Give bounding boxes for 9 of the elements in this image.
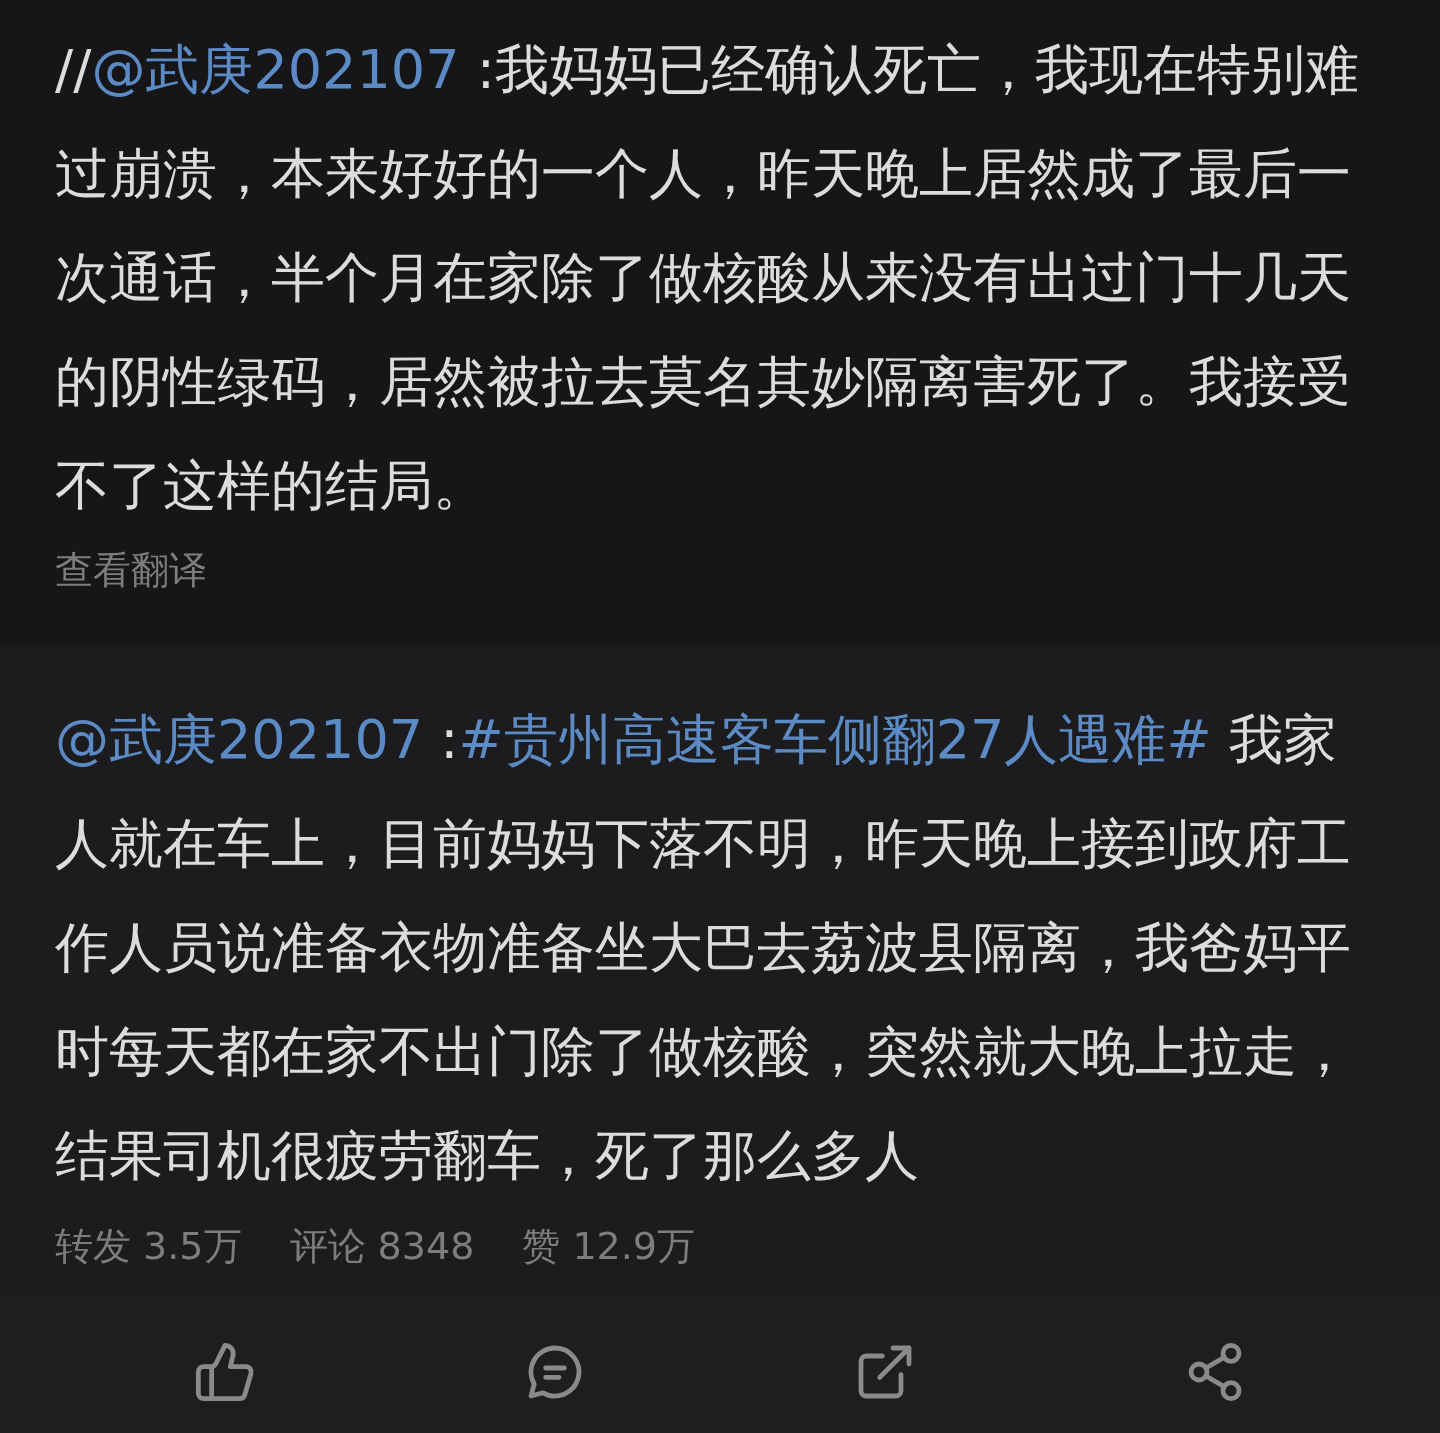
post-text: @武庚202107 :#贵州高速客车侧翻27人遇难# 我家人就在车上，目前妈妈下落不明，昨天晚上接到政府工作人员说准备衣物准备坐大巴去荔波县隔离，我爸妈平时每天都在家不出门除了做核酸，突然就大晚上拉走，结果司机很疲劳翻车，死了那么多人 bbox=[55, 707, 1352, 1189]
translate-link[interactable]: 查看翻译 bbox=[55, 542, 1380, 599]
stat-count: 转发 3.5万 bbox=[55, 1223, 242, 1270]
hashtag-link[interactable]: #贵州高速客车侧翻27人遇难# bbox=[458, 708, 1212, 771]
post-text: //@武庚202107 :我妈妈已经确认死亡，我现在特别难过崩溃，本来好好的一个人，昨天晚上居然成了最后一次通话，半个月在家除了做核酸从来没有出过门十几天的阴性绿码，居然被拉去莫名其妙隔离害死了。我接受不了这样的结局。 bbox=[55, 37, 1360, 519]
stat-count: 赞 12.9万 bbox=[522, 1223, 695, 1270]
mention-link[interactable]: @武庚202107 bbox=[55, 708, 424, 771]
stat-count: 评论 8348 bbox=[289, 1223, 475, 1270]
mention-link[interactable]: @武庚202107 bbox=[91, 38, 460, 101]
